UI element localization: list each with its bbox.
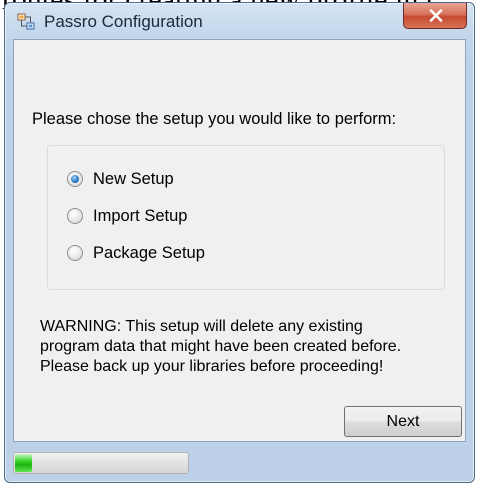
warning-line: Please back up your libraries before pro… [40, 358, 384, 375]
setup-prompt: Please chose the setup you would like to… [32, 110, 397, 128]
setup-progress-bar [13, 452, 189, 474]
warning-line: WARNING: This setup will delete any exis… [40, 318, 363, 335]
window-title: Passro Configuration [44, 12, 203, 31]
option-label: Import Setup [93, 206, 188, 225]
next-button[interactable]: Next [344, 406, 462, 437]
option-import-setup[interactable]: Import Setup [67, 205, 187, 227]
option-new-setup[interactable]: New Setup [67, 168, 174, 190]
option-package-setup[interactable]: Package Setup [67, 242, 205, 264]
option-label: New Setup [93, 169, 174, 188]
close-icon [429, 9, 443, 22]
close-button[interactable] [403, 3, 467, 29]
radio-package-setup[interactable] [67, 245, 83, 261]
option-label: Package Setup [93, 243, 205, 262]
radio-new-setup[interactable] [67, 171, 83, 187]
warning-line: program data that might have been create… [40, 338, 402, 355]
warning-message: WARNING: This setup will delete any exis… [40, 317, 470, 377]
radio-import-setup[interactable] [67, 208, 83, 224]
app-network-icon [17, 13, 35, 31]
dialog-client-area: Please chose the setup you would like to… [13, 39, 466, 442]
configuration-window: Passro Configuration Please chose the se… [4, 2, 475, 483]
progress-fill [15, 454, 32, 472]
title-bar[interactable]: Passro Configuration [5, 3, 474, 39]
